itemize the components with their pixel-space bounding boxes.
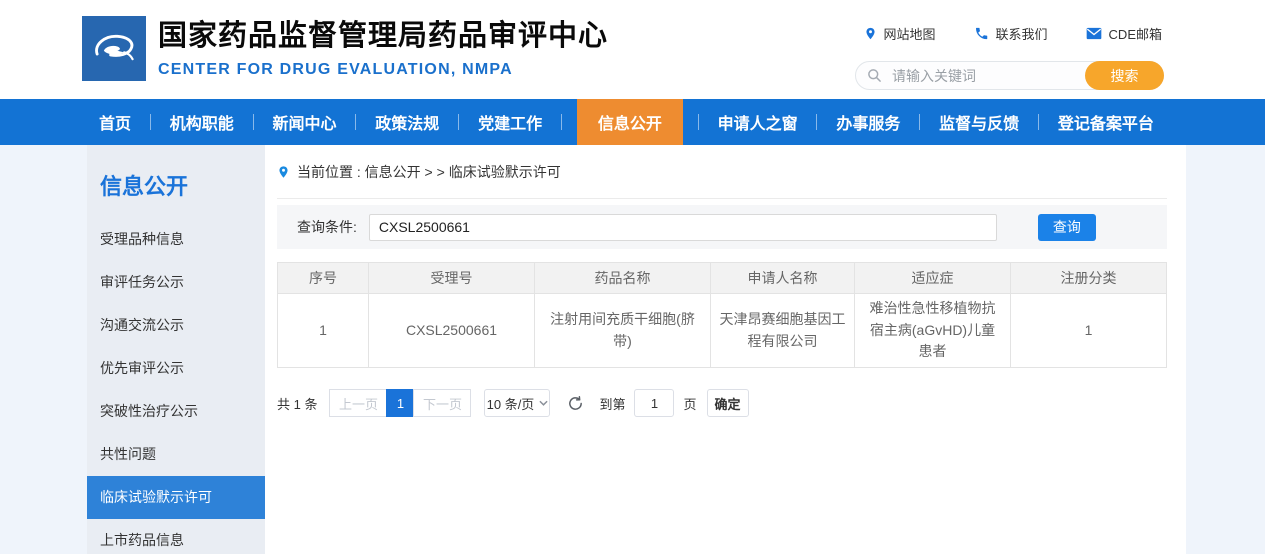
envelope-icon	[1086, 27, 1102, 40]
col-header-seq: 序号	[278, 263, 369, 294]
cell-seq: 1	[278, 294, 369, 368]
cell-indication: 难治性急性移植物抗宿主病(aGvHD)儿童患者	[855, 294, 1011, 368]
contact-us-link[interactable]: 联系我们	[974, 24, 1048, 43]
col-header-applicant: 申请人名称	[711, 263, 855, 294]
breadcrumb-pin-icon	[277, 164, 290, 180]
pagination: 共 1 条 上一页 1 下一页 10 条/页 到第 页 确定	[277, 389, 1167, 417]
query-condition-input[interactable]	[369, 214, 997, 241]
breadcrumb: 当前位置 : 信息公开 > > 临床试验默示许可	[277, 145, 1167, 199]
sidebar-item-clinical-trial-implied-license[interactable]: 临床试验默示许可	[87, 476, 265, 519]
location-pin-icon	[864, 26, 877, 41]
nav-item-registration-platform[interactable]: 登记备案平台	[1054, 99, 1158, 145]
phone-icon	[974, 26, 989, 41]
page-size-select[interactable]: 10 条/页	[484, 389, 550, 417]
sidebar-item-review-tasks[interactable]: 审评任务公示	[87, 261, 265, 304]
cell-registration-class: 1	[1011, 294, 1167, 368]
nav-separator	[1038, 114, 1039, 130]
col-header-indication: 适应症	[855, 263, 1011, 294]
cde-mail-link-label: CDE邮箱	[1109, 24, 1162, 43]
sidebar-item-priority-review[interactable]: 优先审评公示	[87, 347, 265, 390]
goto-page-suffix: 页	[683, 394, 696, 413]
breadcrumb-text: 当前位置 : 信息公开 > > 临床试验默示许可	[297, 162, 561, 182]
nav-item-supervision-feedback[interactable]: 监督与反馈	[935, 99, 1023, 145]
col-header-drug-name: 药品名称	[535, 263, 711, 294]
site-search: 搜索	[855, 61, 1164, 90]
nav-item-party-building[interactable]: 党建工作	[474, 99, 546, 145]
nav-item-policies[interactable]: 政策法规	[371, 99, 443, 145]
nav-item-services[interactable]: 办事服务	[832, 99, 904, 145]
header-quick-links: 网站地图 联系我们 CDE邮箱	[864, 24, 1162, 43]
results-table: 序号 受理号 药品名称 申请人名称 适应症 注册分类 1 CXSL2500661…	[277, 262, 1167, 368]
next-page-button[interactable]: 下一页	[413, 389, 471, 417]
nav-item-applicant-window[interactable]: 申请人之窗	[714, 99, 802, 145]
nav-separator	[698, 114, 699, 130]
sidebar-item-common-questions[interactable]: 共性问题	[87, 433, 265, 476]
site-subtitle: CENTER FOR DRUG EVALUATION, NMPA	[158, 61, 608, 79]
nav-separator	[816, 114, 817, 130]
nav-separator	[253, 114, 254, 130]
nav-separator	[919, 114, 920, 130]
contact-us-link-label: 联系我们	[996, 24, 1048, 43]
goto-confirm-button[interactable]: 确定	[707, 389, 749, 417]
query-button[interactable]: 查询	[1038, 214, 1096, 241]
site-search-button[interactable]: 搜索	[1085, 61, 1164, 90]
prev-page-button[interactable]: 上一页	[329, 389, 387, 417]
sidebar: 信息公开 受理品种信息 审评任务公示 沟通交流公示 优先审评公示 突破性治疗公示…	[87, 145, 265, 554]
nav-separator	[458, 114, 459, 130]
query-panel: 查询条件: 查询	[277, 205, 1167, 249]
sidebar-title: 信息公开	[87, 169, 265, 201]
col-header-acceptance-no: 受理号	[369, 263, 535, 294]
cde-mail-link[interactable]: CDE邮箱	[1086, 24, 1162, 43]
nav-item-information-disclosure[interactable]: 信息公开	[577, 99, 683, 145]
nav-separator	[561, 114, 562, 130]
cell-applicant: 天津昂赛细胞基因工程有限公司	[711, 294, 855, 368]
site-header: 国家药品监督管理局药品审评中心 CENTER FOR DRUG EVALUATI…	[0, 0, 1265, 99]
page-size-value: 10 条/页	[487, 394, 535, 413]
nav-item-home[interactable]: 首页	[95, 99, 135, 145]
nav-separator	[355, 114, 356, 130]
current-page-button[interactable]: 1	[386, 389, 414, 417]
page-body: 信息公开 受理品种信息 审评任务公示 沟通交流公示 优先审评公示 突破性治疗公示…	[87, 145, 1186, 554]
refresh-icon[interactable]	[567, 395, 584, 412]
goto-page-input[interactable]	[634, 389, 674, 417]
sidebar-item-accepted-products[interactable]: 受理品种信息	[87, 218, 265, 261]
query-condition-label: 查询条件:	[297, 217, 357, 237]
col-header-registration-class: 注册分类	[1011, 263, 1167, 294]
cell-acceptance-no: CXSL2500661	[369, 294, 535, 368]
nav-item-news[interactable]: 新闻中心	[269, 99, 341, 145]
swan-logo-icon	[87, 22, 141, 76]
sidebar-item-communication[interactable]: 沟通交流公示	[87, 304, 265, 347]
chevron-down-icon	[539, 400, 548, 406]
cell-drug-name: 注射用间充质干细胞(脐带)	[535, 294, 711, 368]
sitemap-link[interactable]: 网站地图	[864, 24, 936, 43]
search-icon	[867, 68, 882, 83]
cde-logo	[82, 16, 146, 81]
sidebar-item-marketed-drugs[interactable]: 上市药品信息	[87, 519, 265, 554]
main-navbar: 首页 机构职能 新闻中心 政策法规 党建工作 信息公开 申请人之窗 办事服务 监…	[0, 99, 1265, 145]
nav-item-functions[interactable]: 机构职能	[166, 99, 238, 145]
site-title: 国家药品监督管理局药品审评中心	[158, 12, 608, 54]
sitemap-link-label: 网站地图	[884, 24, 936, 43]
goto-page-prefix: 到第	[599, 394, 625, 413]
table-header-row: 序号 受理号 药品名称 申请人名称 适应症 注册分类	[278, 263, 1167, 294]
nav-separator	[150, 114, 151, 130]
table-row: 1 CXSL2500661 注射用间充质干细胞(脐带) 天津昂赛细胞基因工程有限…	[278, 294, 1167, 368]
main-content: 当前位置 : 信息公开 > > 临床试验默示许可 查询条件: 查询 序号 受理号…	[265, 145, 1186, 554]
pagination-total: 共 1 条	[277, 394, 317, 413]
sidebar-item-breakthrough-therapy[interactable]: 突破性治疗公示	[87, 390, 265, 433]
